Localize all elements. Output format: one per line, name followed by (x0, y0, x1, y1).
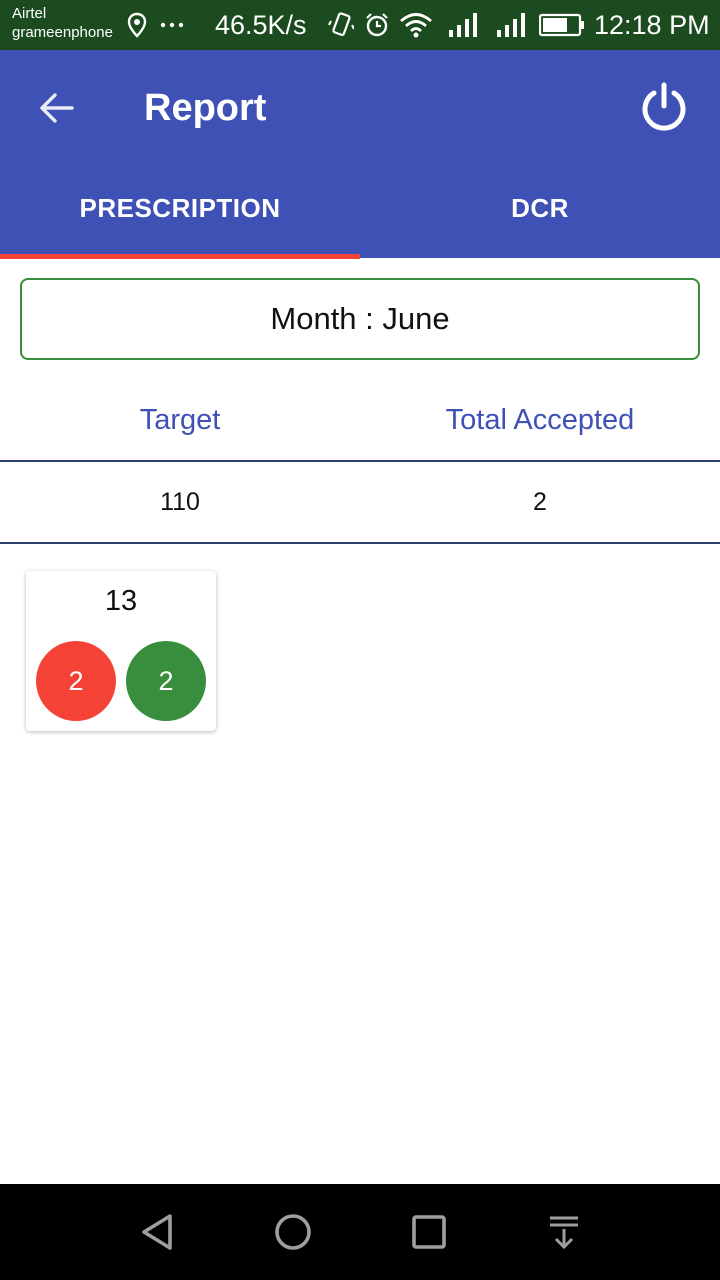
nav-back-button[interactable] (133, 1208, 181, 1256)
back-triangle-icon (142, 1214, 172, 1250)
recents-square-icon (412, 1215, 446, 1249)
wifi-icon (398, 10, 434, 40)
total-accepted-header: Total Accepted (445, 403, 635, 436)
back-button[interactable] (28, 80, 84, 136)
net-speed: 46.5K/s (215, 10, 307, 40)
nav-recents-button[interactable] (405, 1208, 453, 1256)
summary-header-row: Target Total Accepted (0, 380, 720, 462)
card-number: 13 (104, 585, 138, 617)
red-count-badge[interactable]: 2 (36, 641, 116, 721)
alarm-icon (364, 10, 390, 40)
app-bar: Report PRESCRIPTION DCR (0, 50, 720, 259)
target-value: 110 (160, 487, 200, 516)
battery-icon (538, 10, 586, 40)
carrier-name-2: grameenphone (12, 24, 113, 41)
tab-prescription[interactable]: PRESCRIPTION (0, 162, 360, 258)
more-dots-icon (160, 10, 184, 40)
status-bar: Airtel grameenphone 46.5K/s 12:18 PM (0, 0, 720, 50)
vibrate-icon (328, 10, 354, 40)
notification-pull-icon (550, 1216, 578, 1250)
nav-notification-button[interactable] (540, 1208, 588, 1256)
summary-values-row: 110 2 (0, 462, 720, 544)
page-title: Report (144, 87, 267, 129)
arrow-left-icon (40, 93, 74, 123)
nav-home-button[interactable] (269, 1208, 317, 1256)
tab-indicator (0, 254, 360, 259)
navigation-bar (0, 1184, 720, 1280)
tab-bar: PRESCRIPTION DCR (0, 162, 720, 258)
carrier-name-1: Airtel (12, 5, 47, 22)
tab-dcr[interactable]: DCR (360, 162, 720, 258)
home-circle-icon (275, 1214, 311, 1250)
power-icon (642, 82, 686, 131)
logout-button[interactable] (632, 76, 696, 140)
signal-icon (448, 10, 480, 40)
location-icon (126, 10, 148, 40)
month-selector[interactable]: Month : June (20, 278, 700, 360)
clock: 12:18 PM (594, 10, 710, 40)
total-accepted-value: 2 (533, 487, 547, 516)
carrier-info: Airtel grameenphone (12, 4, 113, 42)
signal-icon (496, 10, 528, 40)
report-card[interactable]: 13 2 2 (26, 571, 216, 731)
green-count-badge[interactable]: 2 (126, 641, 206, 721)
target-header: Target (139, 403, 221, 436)
